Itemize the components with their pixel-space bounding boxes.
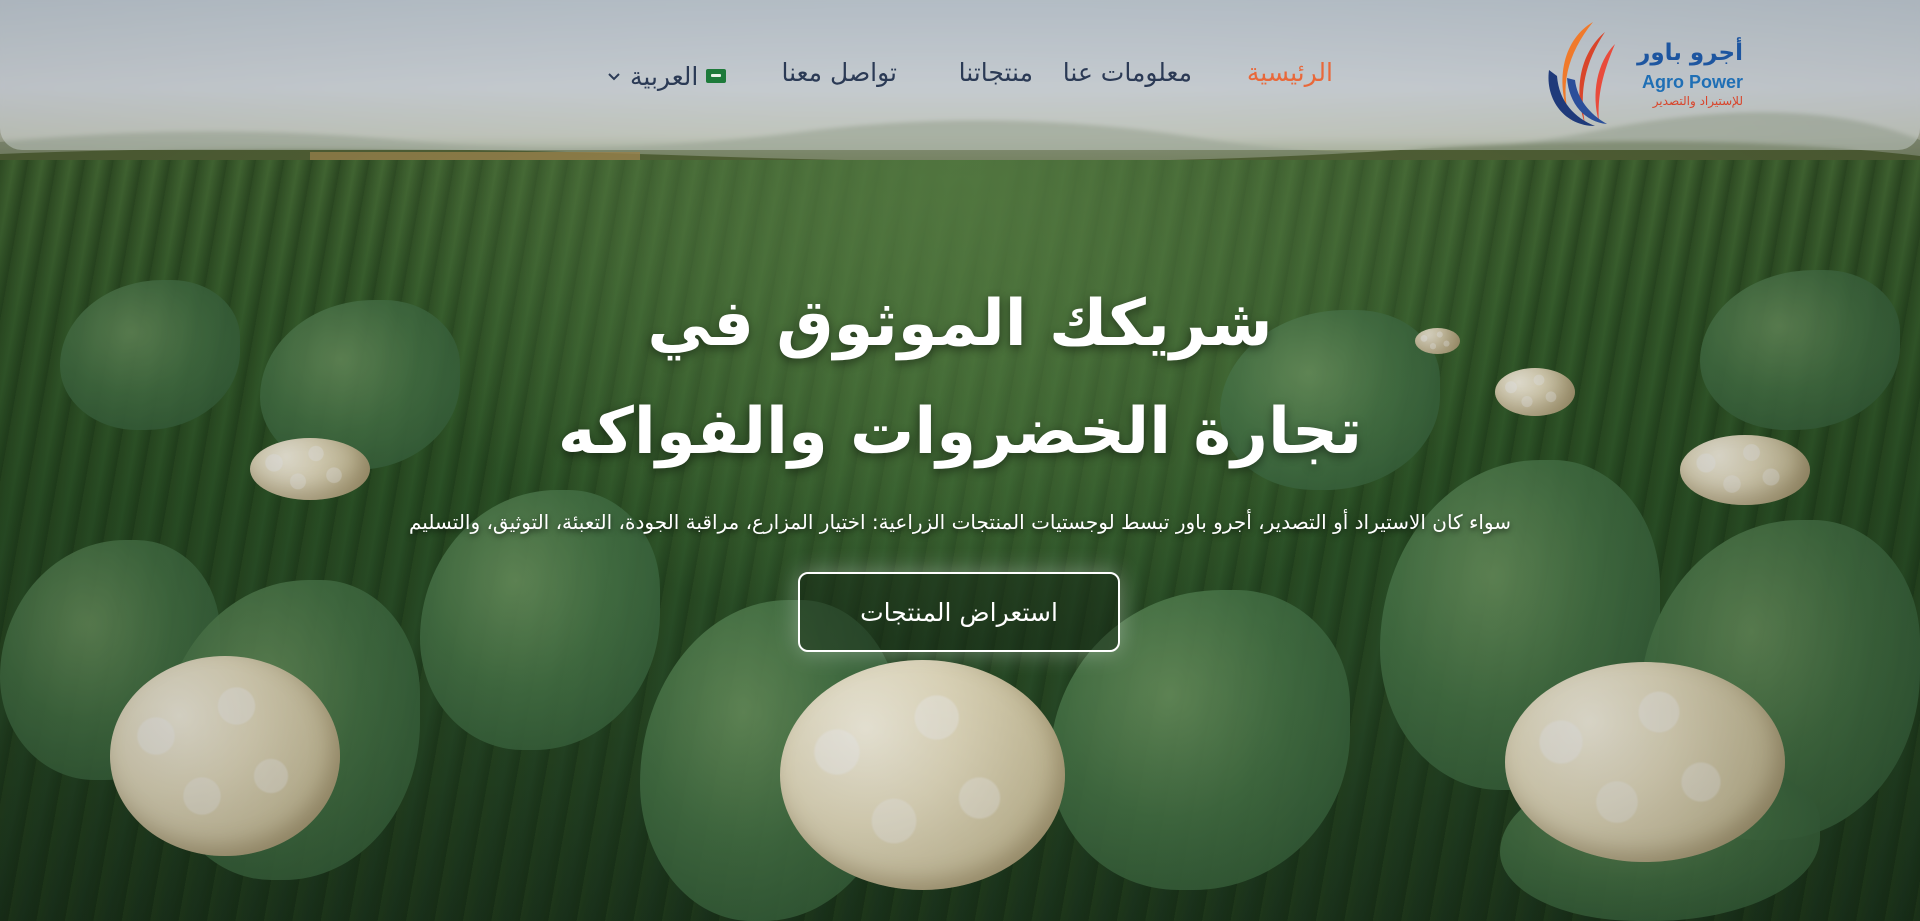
- brand-tagline: للإستيراد والتصدير: [1652, 94, 1743, 108]
- view-products-button[interactable]: استعراض المنتجات: [798, 572, 1120, 652]
- nav-item-products[interactable]: منتجاتنا: [933, 58, 1033, 94]
- nav-item-contact[interactable]: تواصل معنا: [771, 58, 897, 94]
- brand-name-english: Agro Power: [1641, 72, 1743, 92]
- chevron-down-icon: [608, 73, 620, 81]
- brand-logo[interactable]: أجرو باور Agro Power للإستيراد والتصدير: [1545, 18, 1745, 130]
- language-label: العربية: [630, 61, 699, 91]
- hero-headline: شريكك الموثوق في تجارة الخضروات والفواكه: [360, 270, 1560, 486]
- hero-subtitle: سواء كان الاستيراد أو التصدير، أجرو باور…: [408, 510, 1512, 534]
- nav-item-home[interactable]: الرئيسية: [1228, 58, 1333, 94]
- nav-item-about[interactable]: معلومات عنا: [1052, 58, 1192, 94]
- hero-headline-line-2: تجارة الخضروات والفواكه: [557, 395, 1363, 469]
- hero-section: أجرو باور Agro Power للإستيراد والتصدير …: [0, 0, 1920, 921]
- saudi-flag-icon: [706, 69, 727, 83]
- language-selector[interactable]: العربية: [606, 58, 727, 94]
- brand-name-arabic: أجرو باور: [1637, 40, 1743, 66]
- hero-headline-line-1: شريكك الموثوق في: [647, 287, 1273, 361]
- site-header: أجرو باور Agro Power للإستيراد والتصدير …: [0, 0, 1920, 150]
- agro-power-logo-icon: [1548, 22, 1615, 126]
